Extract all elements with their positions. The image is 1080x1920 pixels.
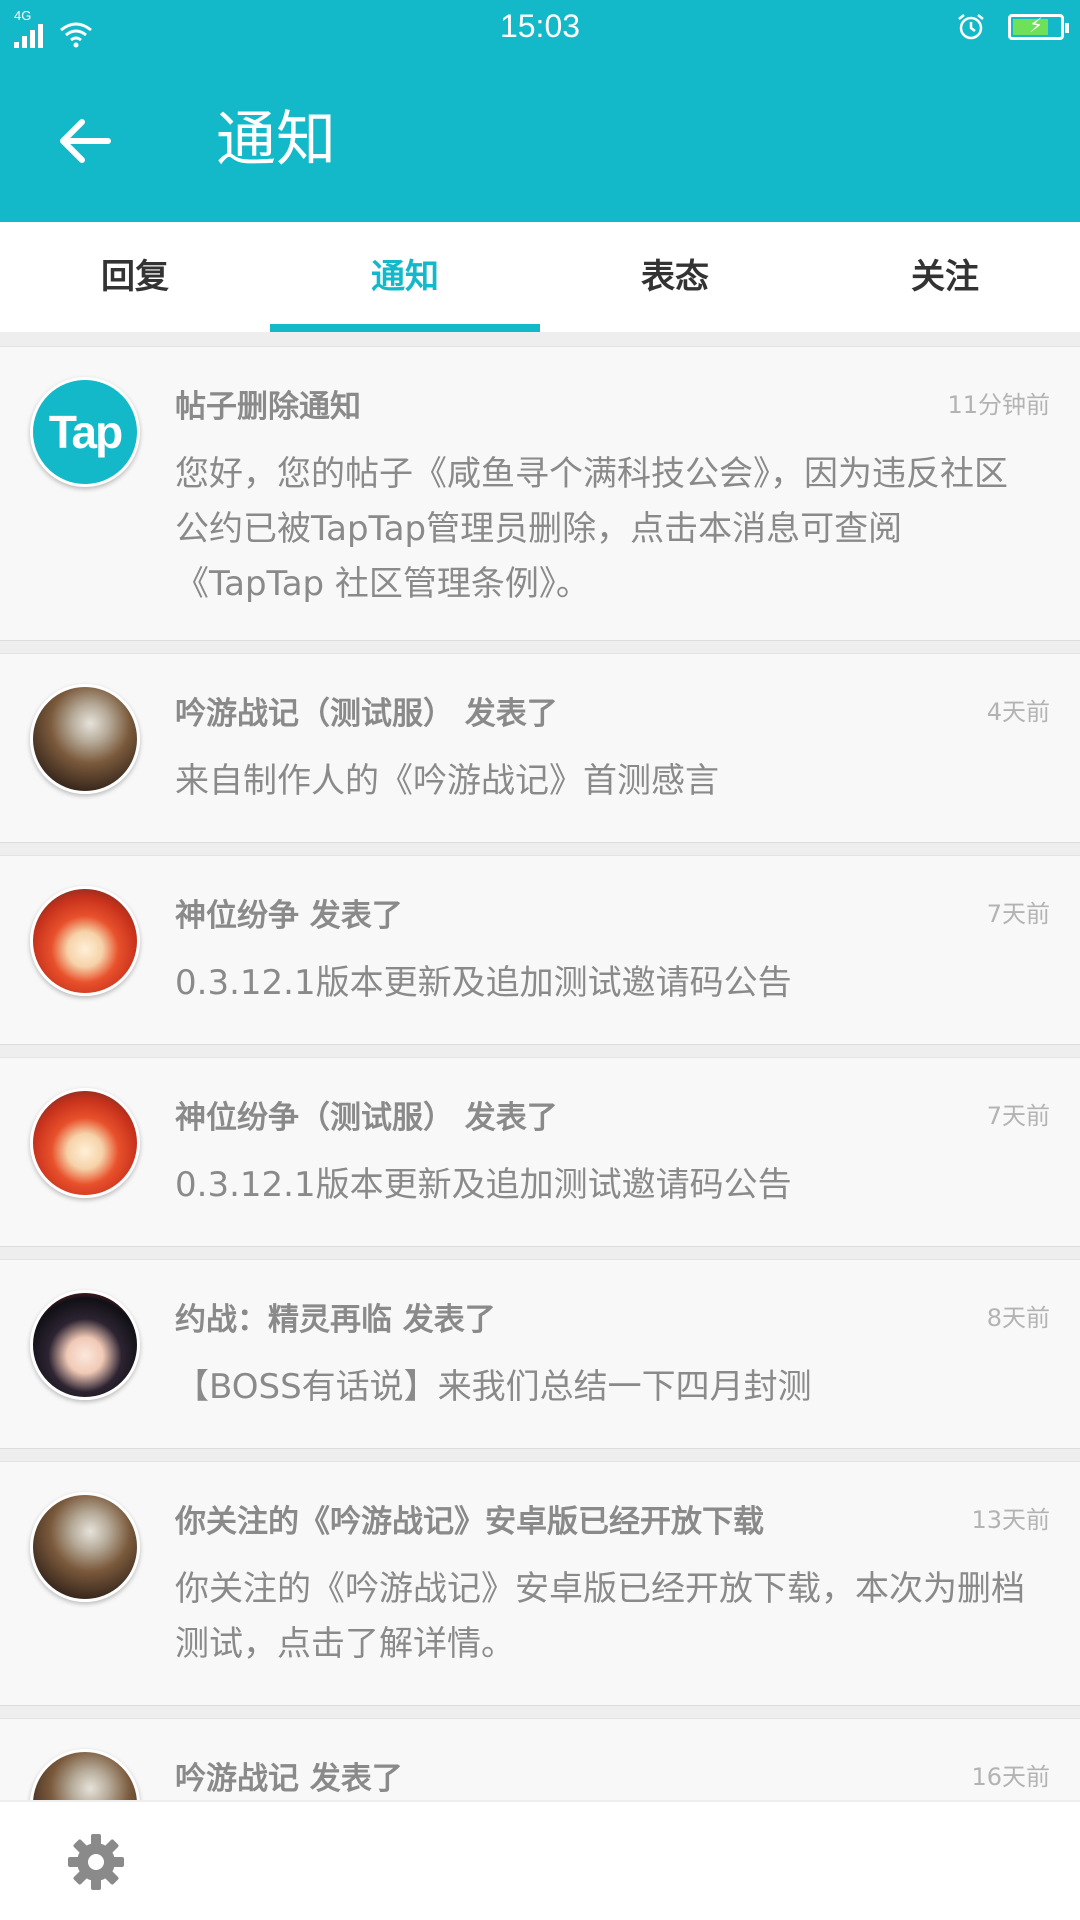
item-title: 神位纷争（测试服） 发表了 <box>175 1100 558 1136</box>
item-title: 帖子删除通知 <box>175 389 361 425</box>
app-bar: 通知 <box>0 56 1080 222</box>
item-title: 神位纷争 发表了 <box>175 898 403 934</box>
item-time: 11分钟前 <box>947 391 1050 419</box>
tab-bar: 回复 通知 表态 关注 <box>0 222 1080 340</box>
tab-replies[interactable]: 回复 <box>0 222 270 332</box>
notification-list: Tap 帖子删除通知 11分钟前 您好，您的帖子《咸鱼寻个满科技公会》，因为违反… <box>0 346 1080 1920</box>
item-title: 你关注的《吟游战记》安卓版已经开放下载 <box>175 1504 764 1540</box>
item-body: 【BOSS有话说】来我们总结一下四月封测 <box>175 1367 812 1407</box>
item-body: 0.3.12.1版本更新及追加测试邀请码公告 <box>175 963 792 1003</box>
item-title: 吟游战记（测试服） 发表了 <box>175 696 558 732</box>
tab-label: 通知 <box>371 256 439 297</box>
list-item[interactable]: 你关注的《吟游战记》安卓版已经开放下载 13天前 你关注的《吟游战记》安卓版已经… <box>0 1461 1080 1706</box>
item-body: 您好，您的帖子《咸鱼寻个满科技公会》，因为违反社区公约已被TapTap管理员删除… <box>175 454 1008 604</box>
status-bar: 4G 15:03 ⚡ <box>0 0 1080 56</box>
item-time: 16天前 <box>971 1763 1050 1791</box>
item-time: 4天前 <box>986 698 1050 726</box>
knight-avatar <box>30 684 140 794</box>
settings-button[interactable] <box>64 1830 128 1894</box>
item-title: 约战：精灵再临 发表了 <box>175 1302 496 1338</box>
avatar-logo-text: Tap <box>48 406 123 458</box>
list-item[interactable]: Tap 帖子删除通知 11分钟前 您好，您的帖子《咸鱼寻个满科技公会》，因为违反… <box>0 346 1080 641</box>
tab-following[interactable]: 关注 <box>810 222 1080 332</box>
item-time: 8天前 <box>986 1304 1050 1332</box>
knight-avatar <box>30 1492 140 1602</box>
gear-icon <box>68 1834 124 1890</box>
list-item[interactable]: 神位纷争 发表了 7天前 0.3.12.1版本更新及追加测试邀请码公告 <box>0 855 1080 1045</box>
bottom-bar <box>0 1800 1080 1920</box>
list-item[interactable]: 神位纷争（测试服） 发表了 7天前 0.3.12.1版本更新及追加测试邀请码公告 <box>0 1057 1080 1247</box>
item-body: 来自制作人的《吟游战记》首测感言 <box>175 761 719 801</box>
list-item[interactable]: 吟游战记（测试服） 发表了 4天前 来自制作人的《吟游战记》首测感言 <box>0 653 1080 843</box>
tab-label: 关注 <box>911 256 979 297</box>
item-time: 7天前 <box>986 900 1050 928</box>
tab-label: 表态 <box>641 256 709 297</box>
status-right: ⚡ <box>956 12 1069 42</box>
page-title: 通知 <box>216 105 336 175</box>
red-hair-avatar <box>30 886 140 996</box>
tab-notifications[interactable]: 通知 <box>270 222 540 332</box>
item-title: 吟游战记 发表了 <box>175 1761 403 1797</box>
red-hair-avatar <box>30 1088 140 1198</box>
tap-logo-avatar: Tap <box>30 377 140 487</box>
dark-hair-avatar <box>30 1290 140 1400</box>
item-time: 13天前 <box>971 1506 1050 1534</box>
alarm-icon <box>958 14 984 40</box>
back-button[interactable] <box>40 106 130 176</box>
active-tab-indicator <box>270 324 540 332</box>
tab-label: 回复 <box>101 256 169 297</box>
tab-reactions[interactable]: 表态 <box>540 222 810 332</box>
battery-icon: ⚡ <box>1008 13 1069 40</box>
item-body: 你关注的《吟游战记》安卓版已经开放下载，本次为删档测试，点击了解详情。 <box>175 1569 1025 1664</box>
arrow-left-icon <box>60 119 111 163</box>
item-time: 7天前 <box>986 1102 1050 1130</box>
status-time: 15:03 <box>499 8 581 44</box>
list-item[interactable]: 约战：精灵再临 发表了 8天前 【BOSS有话说】来我们总结一下四月封测 <box>0 1259 1080 1449</box>
item-body: 0.3.12.1版本更新及追加测试邀请码公告 <box>175 1165 792 1205</box>
